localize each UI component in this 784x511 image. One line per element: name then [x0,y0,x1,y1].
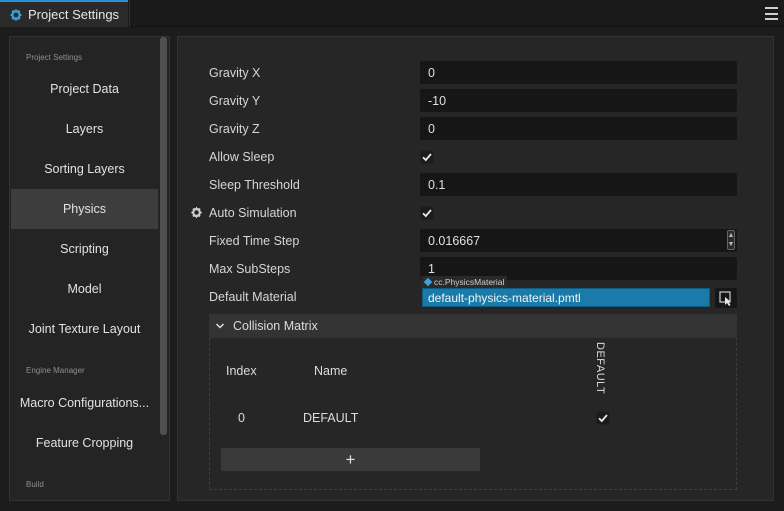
gear-icon [10,8,22,21]
add-group-button[interactable]: + [221,448,480,471]
collision-matrix-header[interactable]: Collision Matrix [209,314,737,338]
section-label-build: Build [26,480,44,489]
sidebar-item-physics[interactable]: Physics [11,189,158,229]
tab-divider [129,0,130,27]
chevron-down-icon [215,323,225,329]
sidebar-item-feature-cropping[interactable]: Feature Cropping [11,423,158,463]
allow-sleep-label: Allow Sleep [209,150,275,164]
sidebar-item-macro-configurations[interactable]: Macro Configurations... [11,383,158,423]
gravity-y-input[interactable]: -10 [420,89,737,112]
group-name[interactable]: DEFAULT [303,411,358,425]
section-label-project-settings: Project Settings [26,53,83,62]
sidebar-item-joint-texture-layout[interactable]: Joint Texture Layout [11,309,158,349]
auto-simulation-label: Auto Simulation [209,206,297,220]
sidebar-scrollbar[interactable] [160,37,167,435]
gravity-x-label: Gravity X [209,66,261,80]
asset-type-tag: cc.PhysicsMaterial [421,276,508,288]
allow-sleep-checkbox[interactable] [420,150,434,164]
sidebar-item-scripting[interactable]: Scripting [11,229,158,269]
chevron-up-icon[interactable]: ▲ [728,231,735,240]
sidebar-item-project-data[interactable]: Project Data [11,69,158,109]
sidebar: Project Settings Project Data Layers Sor… [9,36,170,501]
default-material-asset-field: default-physics-material.pmtl [420,287,738,309]
matrix-column-label: DEFAULT [594,342,606,395]
tab-title: Project Settings [28,7,120,22]
physics-settings-panel: Gravity X 0 Gravity Y -10 Gravity Z 0 Al… [177,36,774,501]
asset-type-icon [423,277,433,287]
max-substeps-label: Max SubSteps [209,262,291,276]
sidebar-item-sorting-layers[interactable]: Sorting Layers [11,149,158,189]
default-material-value[interactable]: default-physics-material.pmtl [422,288,710,307]
asset-type-label: cc.PhysicsMaterial [434,277,505,287]
tab-project-settings[interactable]: Project Settings [0,0,128,27]
fixed-time-step-input[interactable]: 0.016667 ▲ ▼ [420,229,737,252]
title-bar: Project Settings [0,0,784,27]
auto-simulation-checkbox[interactable] [420,206,434,220]
fixed-time-step-label: Fixed Time Step [209,234,300,248]
column-header-name: Name [314,364,348,378]
gravity-z-input[interactable]: 0 [420,117,737,140]
asset-picker-button[interactable] [715,288,737,308]
group-index: 0 [238,411,245,425]
gravity-y-label: Gravity Y [209,94,261,108]
gravity-x-input[interactable]: 0 [420,61,737,84]
sidebar-item-layers[interactable]: Layers [11,109,158,149]
sleep-threshold-input[interactable]: 0.1 [420,173,737,196]
chevron-down-icon[interactable]: ▼ [728,240,735,249]
column-header-index: Index [226,364,257,378]
gear-icon[interactable] [190,206,203,219]
default-material-label: Default Material [209,290,297,304]
sleep-threshold-label: Sleep Threshold [209,178,300,192]
menu-icon[interactable] [765,7,778,20]
collision-checkbox[interactable] [596,411,610,425]
section-label-engine-manager: Engine Manager [26,366,85,375]
collision-matrix-title: Collision Matrix [233,319,318,333]
number-stepper[interactable]: ▲ ▼ [727,230,735,250]
gravity-z-label: Gravity Z [209,122,260,136]
cursor-icon [719,291,731,306]
fixed-time-step-value: 0.016667 [428,233,481,248]
sidebar-item-model[interactable]: Model [11,269,158,309]
